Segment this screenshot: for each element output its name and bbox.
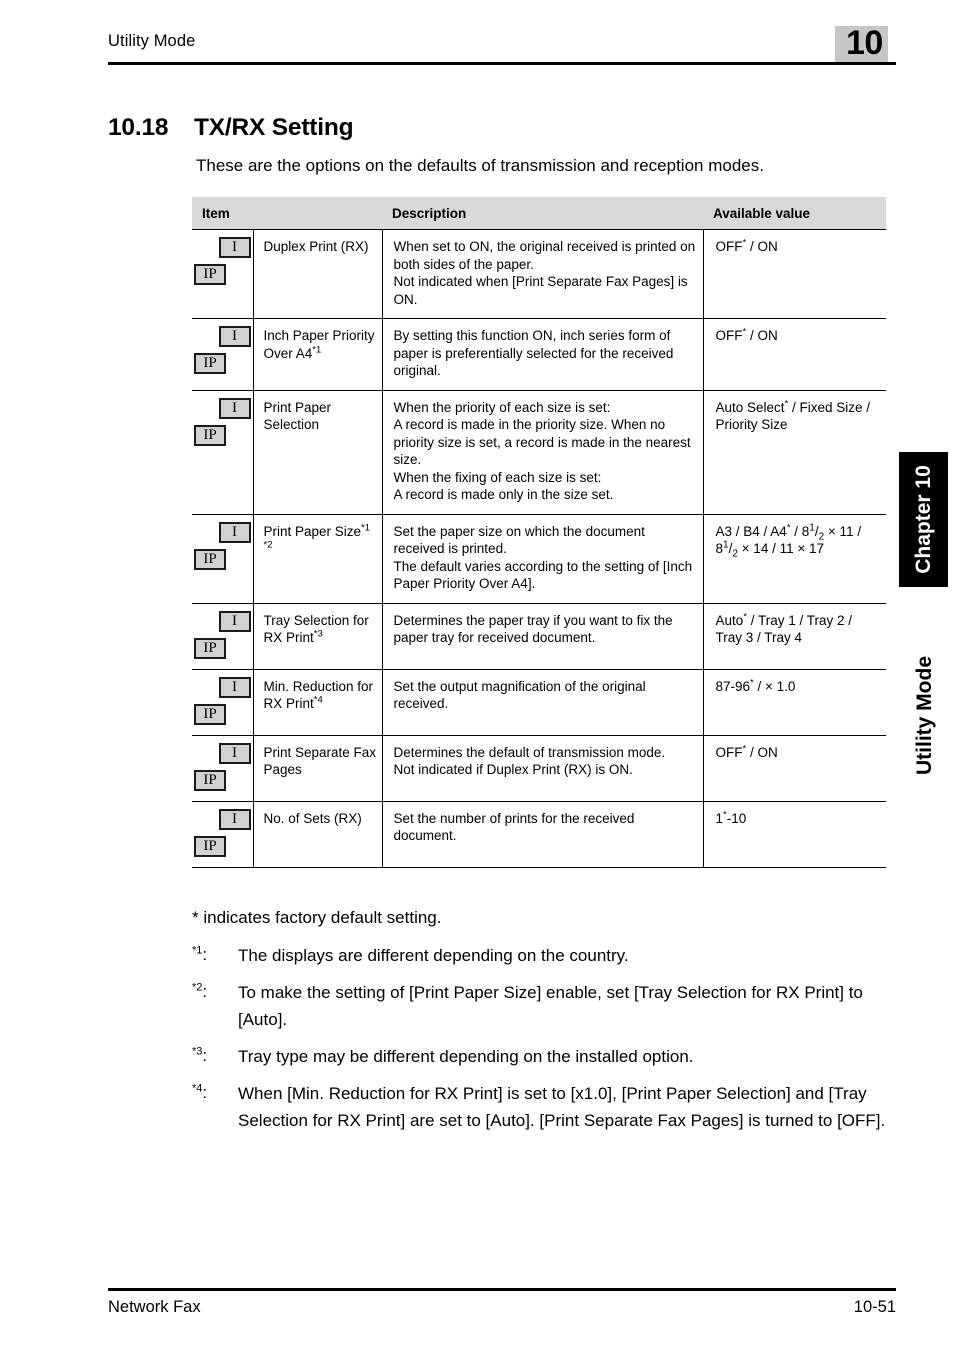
- setting-description: When set to ON, the original received is…: [382, 229, 704, 319]
- table-row: I IP Print Separate Fax Pages Determines th…: [192, 735, 887, 801]
- row-mode-icons: I IP: [192, 514, 254, 603]
- section-intro: These are the options on the defaults of…: [196, 156, 764, 175]
- table-row: I IP Min. Reduction for RX Print*4 Set the …: [192, 669, 887, 735]
- header-divider: [108, 62, 896, 65]
- ip-fax-icon: IP: [194, 637, 226, 659]
- ip-fax-icon: IP: [194, 548, 226, 570]
- footnote-marker: *1:: [192, 944, 208, 964]
- internet-fax-icon: I: [218, 808, 251, 830]
- internet-fax-icon: I: [218, 742, 251, 764]
- setting-available-value: 87-96* / × 1.0: [715, 677, 796, 694]
- ip-fax-icon: IP: [194, 424, 226, 446]
- setting-item-name: No. of Sets (RX): [253, 801, 383, 867]
- footer-page-number: 10-51: [853, 1298, 896, 1316]
- column-header-description: Description: [382, 197, 704, 230]
- footnote-text: To make the setting of [Print Paper Size…: [238, 983, 863, 1029]
- section-number: 10.18: [108, 114, 169, 142]
- internet-fax-icon: I: [218, 326, 251, 347]
- footnote-text: When [Min. Reduction for RX Print] is se…: [238, 1084, 886, 1130]
- row-mode-icons: I IP: [192, 801, 254, 867]
- setting-available-value: A3 / B4 / A4* / 81/2 × 11 / 81/2 × 14 / …: [715, 522, 862, 560]
- ip-fax-icon: IP: [194, 703, 226, 725]
- footnote-item: *4: When [Min. Reduction for RX Print] is…: [192, 1080, 892, 1134]
- footer-divider: [108, 1288, 896, 1291]
- table-row: I IP Inch Paper Priority Over A4*1 By setti…: [192, 318, 887, 390]
- setting-item-name: Inch Paper Priority Over A4*1: [253, 318, 383, 390]
- side-tab-chapter-label: Chapter 10: [912, 465, 935, 574]
- tx-rx-settings-table: Item Description Available value I IP Dupl…: [192, 197, 887, 868]
- table-header-row: Item Description Available value: [192, 197, 887, 230]
- table-row: I IP Print Paper Selection When the priorit…: [192, 390, 887, 514]
- footnote-text: The displays are different depending on …: [238, 946, 629, 965]
- table-row: I IP Tray Selection for RX Print*3 Determin…: [192, 603, 887, 669]
- row-mode-icons: I IP: [192, 390, 254, 514]
- footnote-item: *2: To make the setting of [Print Paper S…: [192, 979, 892, 1033]
- page-header: Utility Mode 10: [108, 25, 896, 74]
- footnotes-block: * indicates factory default setting. *1:…: [192, 907, 892, 1144]
- internet-fax-icon: I: [218, 237, 251, 258]
- setting-available-value: Auto* / Tray 1 / Tray 2 / Tray 3 / Tray …: [715, 611, 853, 645]
- factory-default-note: * indicates factory default setting.: [192, 908, 442, 927]
- setting-description: By setting this function ON, inch series…: [382, 318, 704, 390]
- footnote-list: *1: The displays are different depending …: [192, 942, 892, 1134]
- ip-fax-icon: IP: [194, 264, 226, 285]
- running-header-title: Utility Mode: [108, 32, 196, 50]
- side-tab-chapter: Chapter 10: [899, 452, 948, 587]
- page-title: 10.18 TX/RX Setting: [108, 114, 354, 142]
- ip-fax-icon: IP: [194, 769, 226, 791]
- table-row: I IP No. of Sets (RX) Set the number of pri…: [192, 801, 887, 867]
- setting-item-name: Print Paper Selection: [253, 390, 383, 514]
- ip-fax-icon: IP: [194, 835, 226, 857]
- row-mode-icons: I IP: [192, 735, 254, 801]
- internet-fax-icon: I: [218, 610, 251, 632]
- row-mode-icons: I IP: [192, 603, 254, 669]
- footer-document-title: Network Fax: [108, 1298, 201, 1316]
- setting-description: Set the number of prints for the receive…: [382, 801, 704, 867]
- row-mode-icons: I IP: [192, 229, 254, 319]
- internet-fax-icon: I: [218, 676, 251, 698]
- setting-description: Set the paper size on which the document…: [382, 514, 704, 603]
- footnote-item: *3: Tray type may be different depending …: [192, 1043, 892, 1070]
- setting-available-value: OFF* / ON: [715, 237, 778, 254]
- row-mode-icons: I IP: [192, 669, 254, 735]
- setting-description: Determines the default of transmission m…: [382, 735, 704, 801]
- chapter-number: 10: [846, 24, 883, 62]
- side-tab-mode-label: Utility Mode: [913, 656, 936, 775]
- table-row: I IP Duplex Print (RX) When set to ON, the …: [192, 229, 887, 319]
- setting-item-name: Print Paper Size*1 *2: [253, 514, 383, 603]
- setting-available-value: 1*-10: [715, 809, 747, 826]
- setting-available-value: OFF* / ON: [715, 743, 778, 760]
- row-mode-icons: I IP: [192, 318, 254, 390]
- setting-item-name: Duplex Print (RX): [253, 229, 383, 319]
- ip-fax-icon: IP: [194, 353, 226, 374]
- setting-item-name: Print Separate Fax Pages: [253, 735, 383, 801]
- setting-item-name: Tray Selection for RX Print*3: [253, 603, 383, 669]
- setting-item-name: Min. Reduction for RX Print*4: [253, 669, 383, 735]
- setting-description: When the priority of each size is set: A …: [382, 390, 704, 514]
- footnote-marker: *2:: [192, 981, 208, 1001]
- column-header-item: Item: [192, 197, 383, 230]
- section-title: TX/RX Setting: [194, 114, 354, 142]
- table-row: I IP Print Paper Size*1 *2 Set the paper si…: [192, 514, 887, 603]
- column-header-available-value: Available value: [703, 197, 887, 230]
- footnote-item: *1: The displays are different depending …: [192, 942, 892, 969]
- setting-description: Determines the paper tray if you want to…: [382, 603, 704, 669]
- internet-fax-icon: I: [218, 397, 251, 419]
- setting-available-value: OFF* / ON: [715, 326, 778, 343]
- internet-fax-icon: I: [218, 521, 251, 543]
- footnote-marker: *3:: [192, 1045, 208, 1065]
- footnote-text: Tray type may be different depending on …: [238, 1047, 694, 1066]
- setting-available-value: Auto Select* / Fixed Size / Priority Siz…: [715, 398, 871, 432]
- footnote-marker: *4:: [192, 1082, 208, 1102]
- setting-description: Set the output magnification of the orig…: [382, 669, 704, 735]
